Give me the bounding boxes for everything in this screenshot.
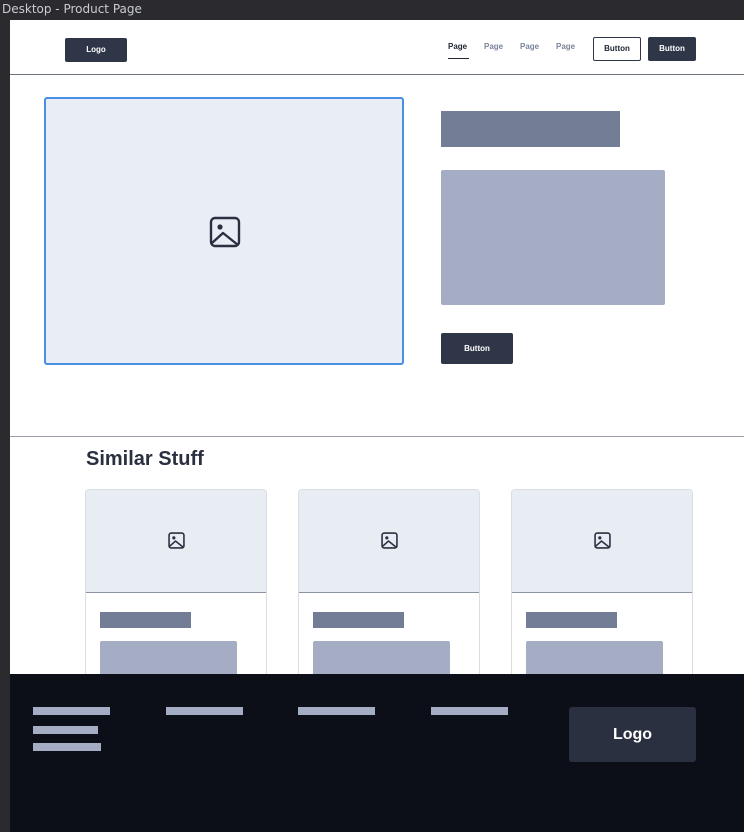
product-section: Button — [10, 75, 744, 437]
image-icon — [209, 216, 241, 248]
product-action-button[interactable]: Button — [441, 333, 513, 364]
card-title-placeholder — [313, 612, 404, 628]
similar-card[interactable] — [298, 489, 480, 689]
product-title-placeholder — [441, 111, 620, 147]
header-logo[interactable]: Logo — [65, 38, 127, 62]
card-image-placeholder — [512, 490, 692, 593]
nav-link-page-3[interactable]: Page — [520, 42, 539, 51]
footer-link-placeholder[interactable] — [298, 707, 375, 715]
nav-link-page-2[interactable]: Page — [484, 42, 503, 51]
image-icon — [381, 532, 398, 549]
product-description-placeholder — [441, 170, 665, 305]
footer-link-placeholder[interactable] — [33, 707, 110, 715]
nav-link-page-1[interactable]: Page — [448, 42, 467, 51]
site-header: Logo Page Page Page Page Button Button — [10, 20, 744, 75]
nav-link-page-4[interactable]: Page — [556, 42, 575, 51]
image-icon — [594, 532, 611, 549]
product-image-placeholder[interactable] — [44, 97, 404, 365]
similar-card[interactable] — [511, 489, 693, 689]
nav-active-indicator — [448, 58, 469, 59]
card-title-placeholder — [100, 612, 191, 628]
header-outline-button[interactable]: Button — [593, 37, 641, 61]
product-page-frame: Logo Page Page Page Page Button Button B… — [10, 20, 744, 832]
card-image-placeholder — [299, 490, 479, 593]
footer-link-placeholder[interactable] — [166, 707, 243, 715]
header-solid-button[interactable]: Button — [648, 37, 696, 61]
frame-title: Desktop - Product Page — [2, 2, 142, 16]
footer-link-placeholder[interactable] — [431, 707, 508, 715]
footer-logo[interactable]: Logo — [569, 707, 696, 762]
footer-link-placeholder[interactable] — [33, 726, 98, 734]
similar-heading: Similar Stuff — [86, 448, 204, 470]
card-image-placeholder — [86, 490, 266, 593]
site-footer: Logo — [10, 674, 744, 832]
similar-card[interactable] — [85, 489, 267, 689]
footer-link-placeholder[interactable] — [33, 743, 101, 751]
card-title-placeholder — [526, 612, 617, 628]
image-icon — [168, 532, 185, 549]
